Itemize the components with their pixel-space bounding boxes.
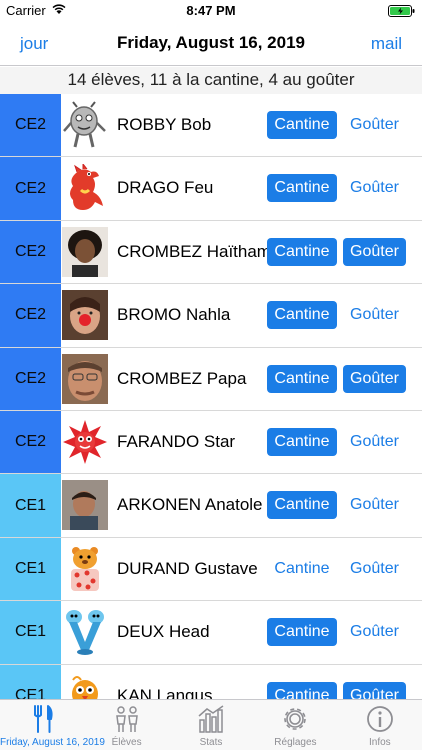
tab-label: Stats: [199, 737, 223, 748]
gouter-button[interactable]: Goûter: [343, 174, 406, 202]
student-photo: [62, 290, 108, 341]
cantine-button[interactable]: Cantine: [267, 237, 337, 266]
cantine-button[interactable]: Cantine: [267, 555, 337, 583]
tab-label: Friday, August 16, 2019: [0, 737, 105, 748]
student-row: CE2 FARANDO Star Cantine Goûter: [0, 410, 422, 475]
level-badge: CE1: [0, 601, 61, 664]
tab-today[interactable]: Friday, August 16, 2019: [0, 700, 105, 750]
student-name: FARANDO Star: [117, 431, 236, 451]
robot-icon: [62, 100, 108, 150]
student-row: CE1 DEUX Head Cantine Goûter: [0, 601, 422, 665]
cantine-button[interactable]: Cantine: [267, 301, 337, 330]
gouter-button[interactable]: Goûter: [343, 301, 406, 329]
gouter-button[interactable]: Goûter: [343, 237, 406, 266]
tab-stats[interactable]: Stats: [169, 700, 253, 750]
star-monster-icon: [62, 417, 108, 467]
student-name: ARKONEN Anatole: [117, 495, 263, 515]
tab-label: Infos: [368, 737, 391, 748]
bear-icon: [62, 544, 108, 594]
cantine-button[interactable]: Cantine: [267, 491, 337, 520]
gear-icon: [284, 708, 307, 730]
student-name: CROMBEZ Papa: [117, 368, 247, 388]
level-badge: CE2: [0, 284, 61, 347]
gouter-button[interactable]: Goûter: [343, 491, 406, 519]
student-name: ROBBY Bob: [117, 115, 212, 134]
cantine-button[interactable]: Cantine: [267, 364, 337, 393]
bird-icon: [62, 671, 108, 699]
tab-reglages[interactable]: Réglages: [253, 700, 337, 750]
gouter-button[interactable]: Goûter: [343, 555, 406, 583]
level-badge: CE2: [0, 94, 61, 157]
tab-label: Réglages: [274, 737, 317, 748]
student-name: DURAND Gustave: [117, 558, 258, 578]
tab-bar: Friday, August 16, 2019 Élèves Stats Rég…: [0, 699, 422, 750]
student-list[interactable]: CE2 ROBBY Bob Cantine Goûter CE2 DRAGO F…: [0, 94, 422, 699]
gouter-button[interactable]: Goûter: [343, 428, 406, 456]
cutlery-icon: [34, 705, 53, 733]
page-title: Friday, August 16, 2019: [116, 33, 305, 52]
student-row: CE2 BROMO Nahla Cantine Goûter: [0, 284, 422, 348]
student-photo: [62, 226, 108, 277]
student-name: CROMBEZ Haïtham: [117, 241, 271, 261]
student-row: CE2 DRAGO Feu Cantine Goûter: [0, 157, 422, 221]
level-badge: CE2: [0, 347, 61, 410]
stats-icon: [198, 705, 224, 733]
gouter-button[interactable]: Goûter: [343, 681, 406, 699]
students-icon: [115, 706, 138, 732]
student-row: CE2 ROBBY Bob Cantine Goûter: [0, 94, 422, 158]
gouter-button[interactable]: Goûter: [343, 364, 406, 393]
navigation-bar: jour Friday, August 16, 2019 mail: [0, 22, 422, 66]
summary-text: 14 élèves, 11 à la cantine, 4 au goûter: [0, 67, 422, 94]
level-badge: CE2: [0, 220, 61, 284]
cantine-button[interactable]: Cantine: [267, 681, 337, 699]
student-name: DEUX Head: [117, 622, 210, 642]
battery-icon: [388, 5, 415, 17]
info-icon: [366, 706, 393, 732]
student-name: KAN Langus: [117, 685, 213, 699]
student-row: CE2 CROMBEZ Papa Cantine Goûter: [0, 347, 422, 411]
two-head-icon: [62, 607, 108, 657]
level-badge: CE1: [0, 664, 61, 699]
cantine-button[interactable]: Cantine: [267, 111, 337, 139]
gouter-button[interactable]: Goûter: [343, 618, 406, 646]
level-badge: CE1: [0, 537, 61, 601]
student-row: CE1 DURAND Gustave Cantine Goûter: [0, 537, 422, 602]
student-photo: [62, 353, 108, 404]
student-row: CE1 ARKONEN Anatole Cantine Goûter: [0, 474, 422, 538]
tab-eleves[interactable]: Élèves: [84, 700, 168, 750]
status-bar: Carrier 8:47 PM: [0, 0, 422, 22]
dragon-icon: [62, 163, 108, 213]
student-name: DRAGO Feu: [117, 178, 214, 198]
tab-label: Élèves: [111, 737, 142, 748]
cantine-button[interactable]: Cantine: [267, 427, 337, 456]
gouter-button[interactable]: Goûter: [343, 111, 406, 139]
level-badge: CE2: [0, 157, 61, 220]
cantine-button[interactable]: Cantine: [267, 174, 337, 203]
cantine-button[interactable]: Cantine: [267, 618, 337, 647]
level-badge: CE2: [0, 410, 61, 474]
mail-button[interactable]: mail: [371, 34, 402, 54]
clock: 8:47 PM: [186, 3, 236, 18]
student-row: CE2 CROMBEZ Haïtham Cantine Goûter: [0, 220, 422, 285]
student-row: CE1 KAN Langus Cantine Goûter: [0, 664, 422, 699]
level-badge: CE1: [0, 474, 61, 537]
student-photo: [62, 480, 108, 531]
tab-infos[interactable]: Infos: [338, 700, 422, 750]
student-name: BROMO Nahla: [117, 305, 231, 325]
